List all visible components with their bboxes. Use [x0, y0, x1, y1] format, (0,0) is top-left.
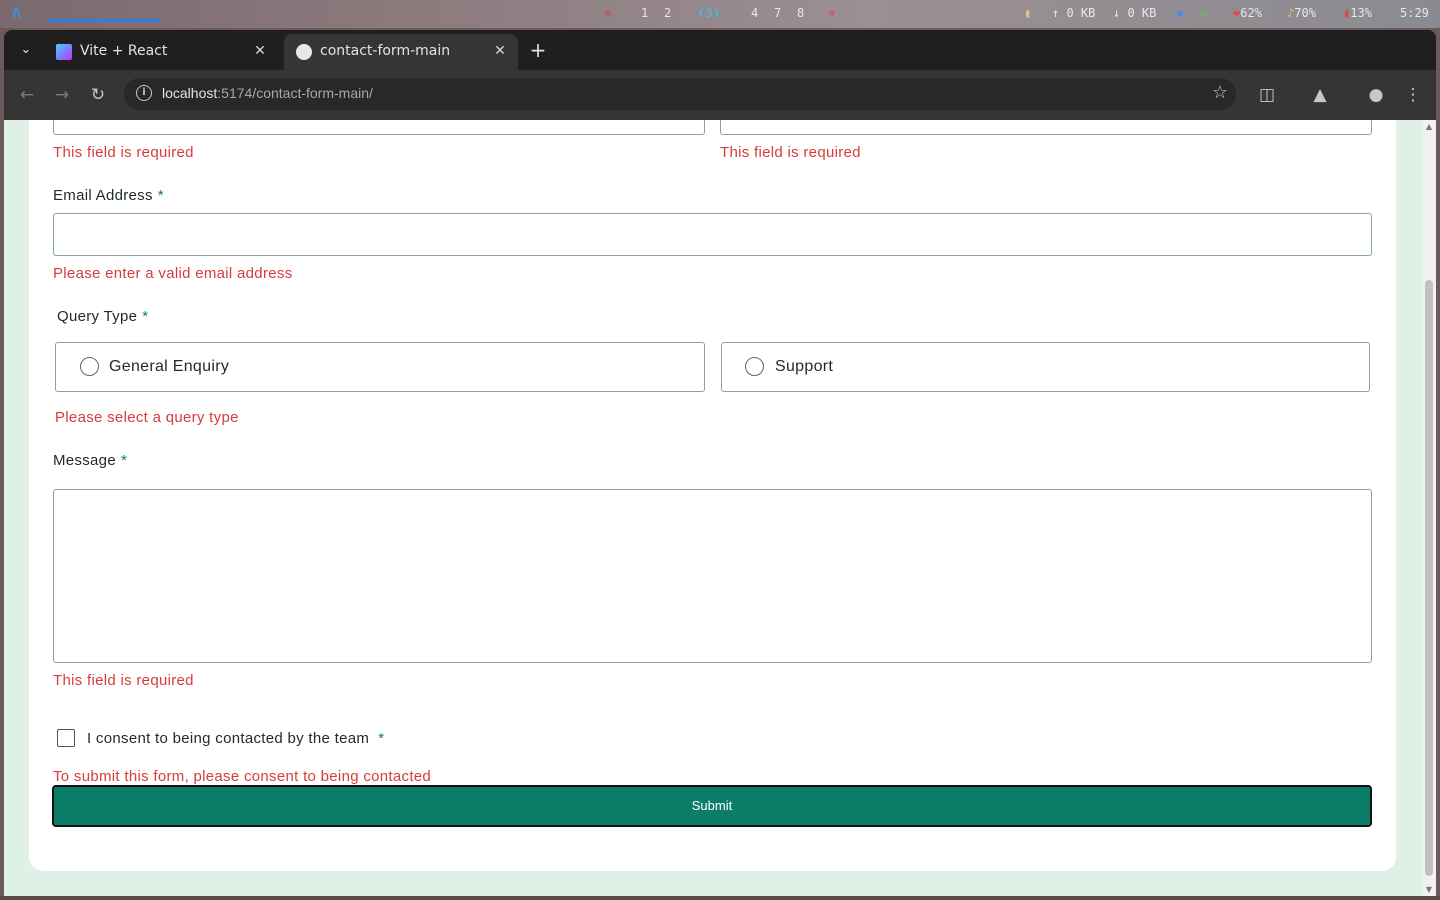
email-label: Email Address * — [53, 187, 164, 204]
launcher-indicator — [48, 19, 160, 22]
tab-title: Vite + React — [80, 43, 168, 59]
message-error: This field is required — [53, 672, 194, 689]
volume-stat[interactable]: ♪70% — [1287, 6, 1316, 20]
labs-flask-icon[interactable]: ▲ — [1309, 84, 1331, 106]
browser-toolbar: ← → ↻ i localhost:5174/contact-form-main… — [4, 70, 1436, 120]
clipboard-icon: ▮ — [1024, 6, 1032, 20]
required-asterisk: * — [120, 452, 128, 469]
vite-favicon-icon — [56, 44, 72, 60]
globe-favicon-icon — [296, 44, 312, 60]
bluetooth-icon[interactable]: ✱ — [1176, 6, 1183, 20]
clock: 5:29 — [1400, 6, 1429, 20]
workspace-2[interactable]: 2 — [664, 6, 671, 20]
email-field[interactable] — [53, 213, 1372, 256]
upload-stat: ↑ 0 KB — [1052, 6, 1096, 20]
desktop-wallpaper-strip — [0, 896, 1440, 900]
consent-error: To submit this form, please consent to b… — [53, 768, 432, 785]
radio-label: General Enquiry — [109, 358, 230, 375]
url-text[interactable]: localhost:5174/contact-form-main/ — [162, 85, 373, 101]
upload-arrow-icon: ↑ — [1052, 6, 1060, 20]
message-textarea[interactable] — [53, 489, 1372, 663]
required-asterisk: * — [157, 187, 164, 204]
workspace-7[interactable]: 7 — [774, 6, 781, 20]
first-name-input[interactable] — [53, 120, 705, 135]
message-label: Message * — [53, 452, 128, 469]
battery-stat: ▮13% — [1343, 6, 1372, 20]
launcher-icon[interactable]: Λ — [12, 5, 28, 21]
workspace-3-active[interactable]: ❨3❩ — [698, 6, 720, 20]
required-asterisk: * — [142, 308, 149, 325]
consent-label[interactable]: I consent to being contacted by the team… — [87, 730, 384, 747]
contact-form-card: This field is required This field is req… — [29, 120, 1396, 871]
workspace-4[interactable]: 4 — [751, 6, 758, 20]
wifi-icon[interactable]: ≈ — [1201, 6, 1208, 20]
bookmark-star-icon[interactable]: ☆ — [1212, 82, 1228, 103]
tab-search-chevron-icon[interactable]: ⌄ — [16, 40, 36, 60]
close-tab-icon[interactable]: ✕ — [492, 43, 508, 59]
tab-contact-form-main[interactable]: contact-form-main ✕ — [284, 34, 518, 70]
bug-icon: ☣ — [828, 5, 836, 20]
scroll-up-arrow-icon[interactable]: ▲ — [1424, 122, 1434, 131]
radio-circle-icon[interactable] — [745, 357, 764, 376]
profile-avatar-icon[interactable]: ● — [1365, 84, 1387, 106]
radio-circle-icon[interactable] — [80, 357, 99, 376]
bug-icon: ☣ — [604, 5, 612, 20]
scroll-down-arrow-icon[interactable]: ▼ — [1424, 885, 1434, 894]
email-error: Please enter a valid email address — [53, 265, 293, 282]
tab-vite-react[interactable]: Vite + React ✕ — [44, 34, 278, 70]
required-asterisk: * — [378, 730, 385, 747]
forward-arrow-icon[interactable]: → — [51, 84, 73, 106]
query-type-label: Query Type * — [57, 308, 149, 325]
last-name-error: This field is required — [720, 144, 861, 161]
submit-button[interactable]: Submit — [52, 785, 1372, 827]
page-viewport: This field is required This field is req… — [4, 120, 1436, 896]
radio-general-enquiry[interactable]: General Enquiry — [55, 342, 705, 392]
scrollbar-thumb[interactable] — [1425, 280, 1433, 876]
site-info-icon[interactable]: i — [136, 85, 152, 101]
page-scrollbar[interactable]: ▲ ▼ — [1422, 120, 1436, 896]
radio-support[interactable]: Support — [721, 342, 1370, 392]
consent-checkbox[interactable] — [57, 729, 75, 747]
new-tab-plus-icon[interactable]: + — [528, 40, 548, 60]
os-top-bar: Λ ☣ 1 2 ❨3❩ 4 7 8 ☣ ▮ ↑ 0 KB ↓ 0 KB ✱ ≈ … — [0, 0, 1440, 28]
brightness-stat: ❤62% — [1233, 6, 1262, 20]
first-name-error: This field is required — [53, 144, 194, 161]
menu-kebab-icon[interactable]: ⋮ — [1402, 84, 1424, 106]
tab-title: contact-form-main — [320, 43, 451, 59]
query-type-error: Please select a query type — [55, 409, 239, 426]
download-stat: ↓ 0 KB — [1113, 6, 1157, 20]
radio-label: Support — [775, 358, 834, 375]
tab-strip: ⌄ Vite + React ✕ contact-form-main ✕ + — [4, 30, 1436, 70]
last-name-input[interactable] — [720, 120, 1372, 135]
extensions-puzzle-icon[interactable]: ◫ — [1256, 84, 1278, 106]
download-arrow-icon: ↓ — [1113, 6, 1121, 20]
reload-icon[interactable]: ↻ — [87, 84, 109, 106]
workspace-1[interactable]: 1 — [641, 6, 648, 20]
close-tab-icon[interactable]: ✕ — [252, 43, 268, 59]
workspace-8[interactable]: 8 — [797, 6, 804, 20]
back-arrow-icon[interactable]: ← — [16, 84, 38, 106]
address-bar[interactable]: i localhost:5174/contact-form-main/ ☆ — [124, 78, 1236, 110]
